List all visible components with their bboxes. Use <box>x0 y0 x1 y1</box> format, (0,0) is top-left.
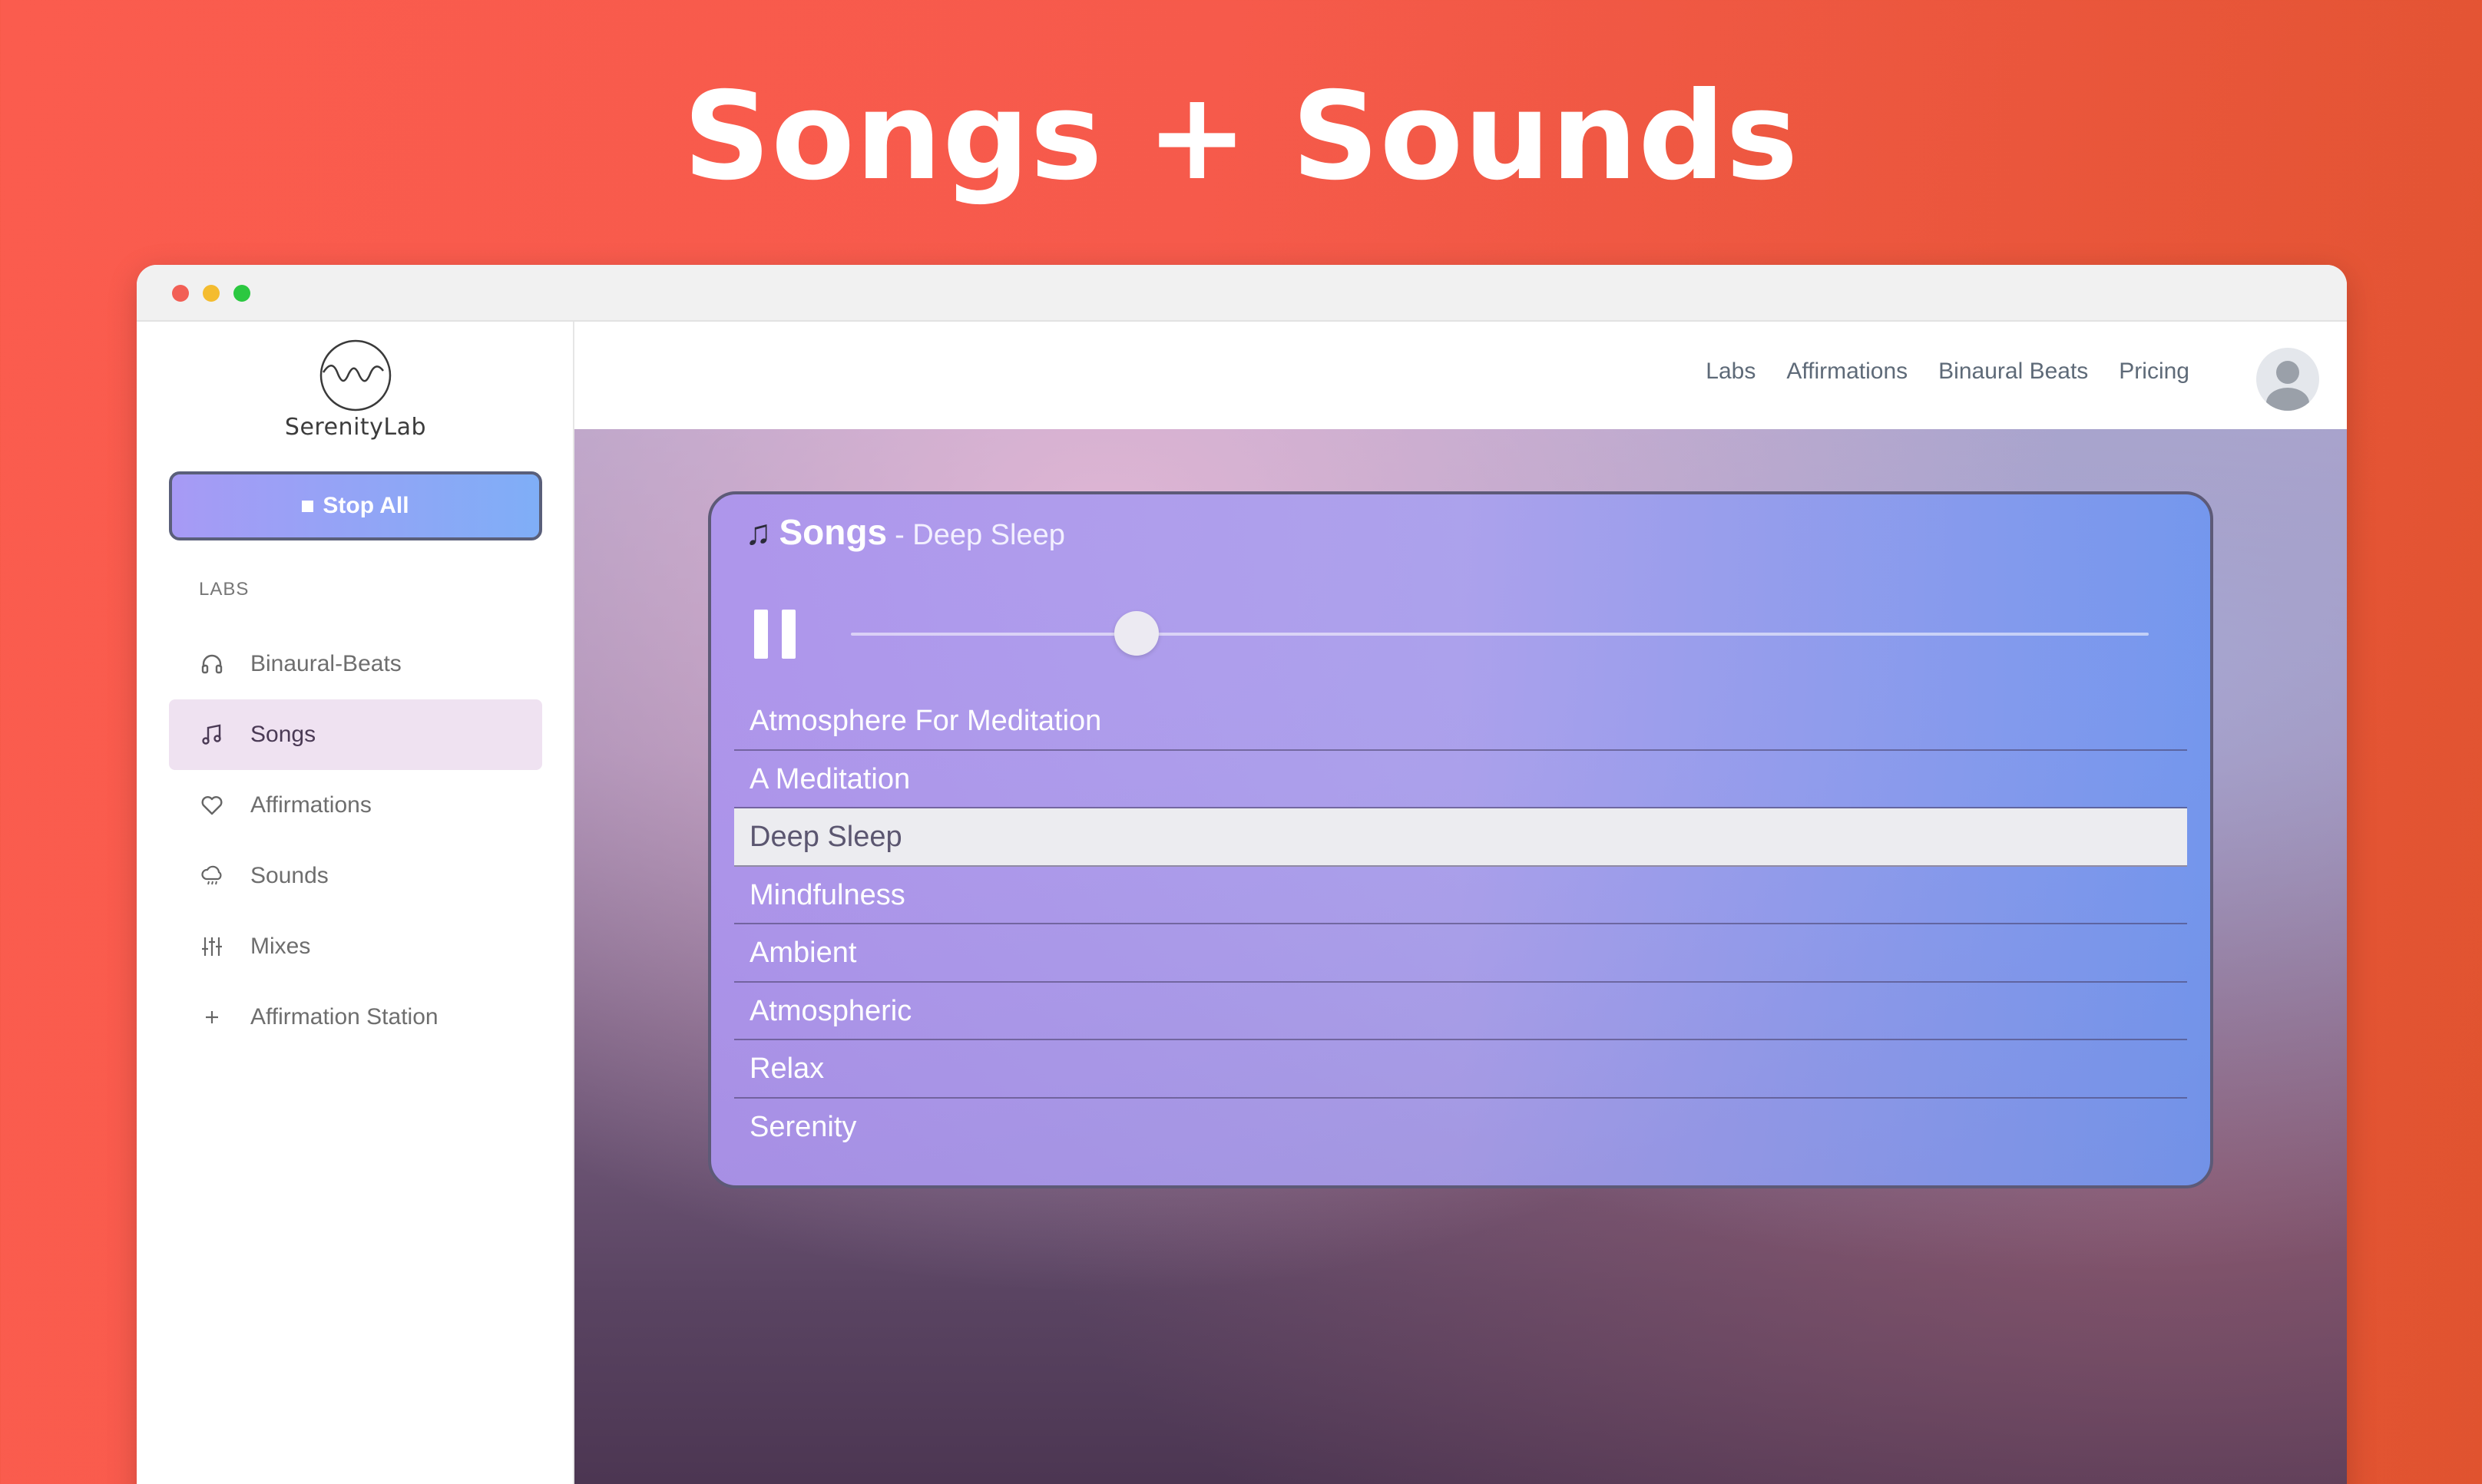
player-header: ♫ Songs - Deep Sleep <box>745 511 1065 553</box>
minimize-window-button[interactable] <box>203 285 220 302</box>
user-icon <box>2266 361 2309 411</box>
sidebar: SerenityLab Stop All LABS Binaural-Beats… <box>137 322 574 1484</box>
maximize-window-button[interactable] <box>233 285 250 302</box>
nav-link-affirmations[interactable]: Affirmations <box>1786 359 1908 385</box>
sidebar-item-label: Sounds <box>250 863 329 888</box>
songs-player-card: ♫ Songs - Deep Sleep Atmosphere For Medi… <box>708 491 2213 1188</box>
nav-link-labs[interactable]: Labs <box>1706 359 1756 385</box>
window-titlebar <box>137 265 2347 322</box>
topnav-links: Labs Affirmations Binaural Beats Pricing <box>1706 359 2189 385</box>
player-subtitle: - Deep Sleep <box>895 519 1065 551</box>
sidebar-item-label: Affirmations <box>250 792 372 818</box>
plus-icon <box>198 1003 226 1031</box>
rain-cloud-icon <box>198 862 226 890</box>
player-title: Songs <box>779 512 888 552</box>
sidebar-item-affirmations[interactable]: Affirmations <box>169 770 542 841</box>
progress-slider[interactable] <box>851 611 2149 656</box>
song-item[interactable]: Atmospheric <box>734 983 2187 1040</box>
sidebar-item-songs[interactable]: Songs <box>169 699 542 770</box>
song-item[interactable]: Atmosphere For Meditation <box>734 692 2187 751</box>
song-item[interactable]: Ambient <box>734 924 2187 983</box>
wave-logo-icon <box>319 339 392 411</box>
stop-all-button[interactable]: Stop All <box>169 471 542 540</box>
pause-button[interactable] <box>754 610 796 659</box>
heart-icon <box>198 792 226 819</box>
song-list: Atmosphere For Meditation A Meditation D… <box>734 692 2187 1156</box>
logo-text: SerenityLab <box>284 414 427 441</box>
top-navigation: Labs Affirmations Binaural Beats Pricing <box>574 322 2347 429</box>
stop-icon <box>302 500 314 512</box>
nav-link-binaural-beats[interactable]: Binaural Beats <box>1938 359 2088 385</box>
close-window-button[interactable] <box>172 285 189 302</box>
music-note-icon <box>198 721 226 749</box>
sidebar-item-label: Affirmation Station <box>250 1004 438 1030</box>
stop-all-label: Stop All <box>323 493 409 518</box>
nav-link-pricing[interactable]: Pricing <box>2119 359 2189 385</box>
user-avatar[interactable] <box>2256 348 2319 411</box>
song-item-selected[interactable]: Deep Sleep <box>734 808 2187 867</box>
headphones-icon <box>198 650 226 678</box>
song-item[interactable]: Serenity <box>734 1099 2187 1157</box>
pause-bar-right <box>782 610 796 659</box>
song-item[interactable]: Relax <box>734 1040 2187 1099</box>
sliders-icon <box>198 933 226 960</box>
song-item[interactable]: Mindfulness <box>734 867 2187 924</box>
sidebar-item-label: Songs <box>250 722 316 747</box>
app-logo[interactable]: SerenityLab <box>137 337 574 441</box>
sidebar-item-sounds[interactable]: Sounds <box>169 841 542 911</box>
sidebar-item-label: Binaural-Beats <box>250 651 402 676</box>
sidebar-item-mixes[interactable]: Mixes <box>169 911 542 982</box>
music-notes-icon: ♫ <box>745 512 772 552</box>
sidebar-item-label: Mixes <box>250 934 311 959</box>
pause-bar-left <box>754 610 768 659</box>
song-item[interactable]: A Meditation <box>734 751 2187 808</box>
hero-title: Songs + Sounds <box>683 66 1799 207</box>
labs-section-heading: LABS <box>199 579 250 600</box>
sidebar-nav: Binaural-Beats Songs Affirmations Sounds <box>169 629 542 1053</box>
sidebar-item-binaural-beats[interactable]: Binaural-Beats <box>169 629 542 699</box>
progress-slider-thumb[interactable] <box>1114 611 1159 656</box>
sidebar-item-affirmation-station[interactable]: Affirmation Station <box>169 982 542 1053</box>
